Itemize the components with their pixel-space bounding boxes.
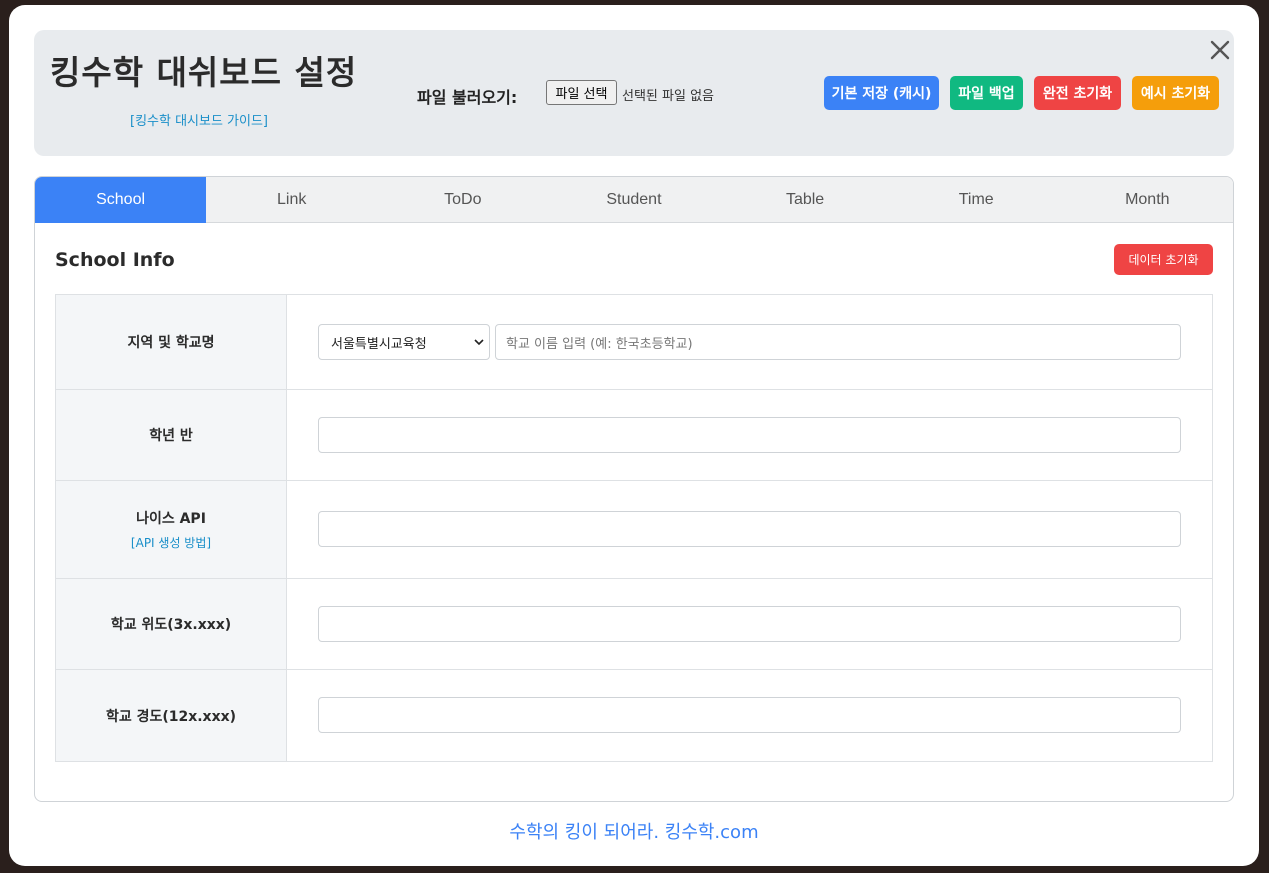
tab-month[interactable]: Month [1062,177,1233,223]
tab-bar: School Link ToDo Student Table Time Mont… [35,177,1233,223]
school-name-placeholder: 학교 이름 입력 (예: 한국초등학교) [506,336,693,352]
region-select-value: 서울특별시교육청 [331,336,427,352]
section-title: School Info [55,249,175,271]
longitude-input[interactable] [318,697,1181,733]
neis-api-label: 나이스 API [API 생성 방법] [56,481,287,578]
longitude-label-text: 학교 경도(12x.xxx) [105,708,237,725]
neis-api-input[interactable] [318,511,1181,547]
region-school-label-text: 지역 및 학교명 [127,335,215,351]
tab-time[interactable]: Time [891,177,1062,223]
file-load-label: 파일 불러오기: [417,88,518,107]
form-row-latitude: 학교 위도(3x.xxx) [56,579,1212,670]
cache-save-button[interactable]: 기본 저장 (캐시) [824,76,939,110]
close-icon[interactable] [1208,38,1232,62]
latitude-label: 학교 위도(3x.xxx) [56,579,287,669]
form-row-longitude: 학교 경도(12x.xxx) [56,670,1212,761]
full-reset-button[interactable]: 완전 초기화 [1034,76,1121,110]
grade-class-label-text: 학년 반 [149,428,193,444]
tab-table[interactable]: Table [720,177,891,223]
form-row-neis: 나이스 API [API 생성 방법] [56,481,1212,579]
form-row-grade: 학년 반 [56,390,1212,481]
grade-class-input[interactable] [318,417,1181,453]
school-name-input[interactable]: 학교 이름 입력 (예: 한국초등학교) [495,324,1181,360]
header-panel: 킹수학 대쉬보드 설정 [킹수학 대시보드 가이드] 파일 불러오기: 파일 선… [34,30,1234,156]
settings-modal: 킹수학 대쉬보드 설정 [킹수학 대시보드 가이드] 파일 불러오기: 파일 선… [9,5,1259,866]
guide-link[interactable]: [킹수학 대시보드 가이드] [130,110,268,129]
region-school-label: 지역 및 학교명 [56,295,287,389]
school-info-form: 지역 및 학교명 서울특별시교육청 학교 이름 입력 (예: 한국초등학교) 학… [55,294,1213,762]
page-title: 킹수학 대쉬보드 설정 [50,53,358,92]
longitude-label: 학교 경도(12x.xxx) [56,670,287,761]
chevron-down-icon [474,339,484,346]
example-reset-button[interactable]: 예시 초기화 [1132,76,1219,110]
file-status-text: 선택된 파일 없음 [622,89,714,104]
neis-api-label-text: 나이스 API [136,511,206,527]
file-backup-button[interactable]: 파일 백업 [950,76,1023,110]
api-guide-link[interactable]: [API 생성 방법] [131,534,211,551]
data-reset-button[interactable]: 데이터 초기화 [1114,244,1213,275]
tab-school[interactable]: School [35,177,207,223]
form-row-region: 지역 및 학교명 서울특별시교육청 학교 이름 입력 (예: 한국초등학교) [56,295,1212,390]
file-choose-button[interactable]: 파일 선택 [546,80,617,105]
footer-slogan: 수학의 킹이 되어라. 킹수학.com [509,822,759,843]
tab-link[interactable]: Link [206,177,377,223]
latitude-label-text: 학교 위도(3x.xxx) [110,617,232,633]
latitude-input[interactable] [318,606,1181,642]
tab-todo[interactable]: ToDo [377,177,548,223]
settings-panel: School Link ToDo Student Table Time Mont… [34,176,1234,802]
region-select[interactable]: 서울특별시교육청 [318,324,490,360]
grade-class-label: 학년 반 [56,390,287,480]
tab-student[interactable]: Student [548,177,719,223]
